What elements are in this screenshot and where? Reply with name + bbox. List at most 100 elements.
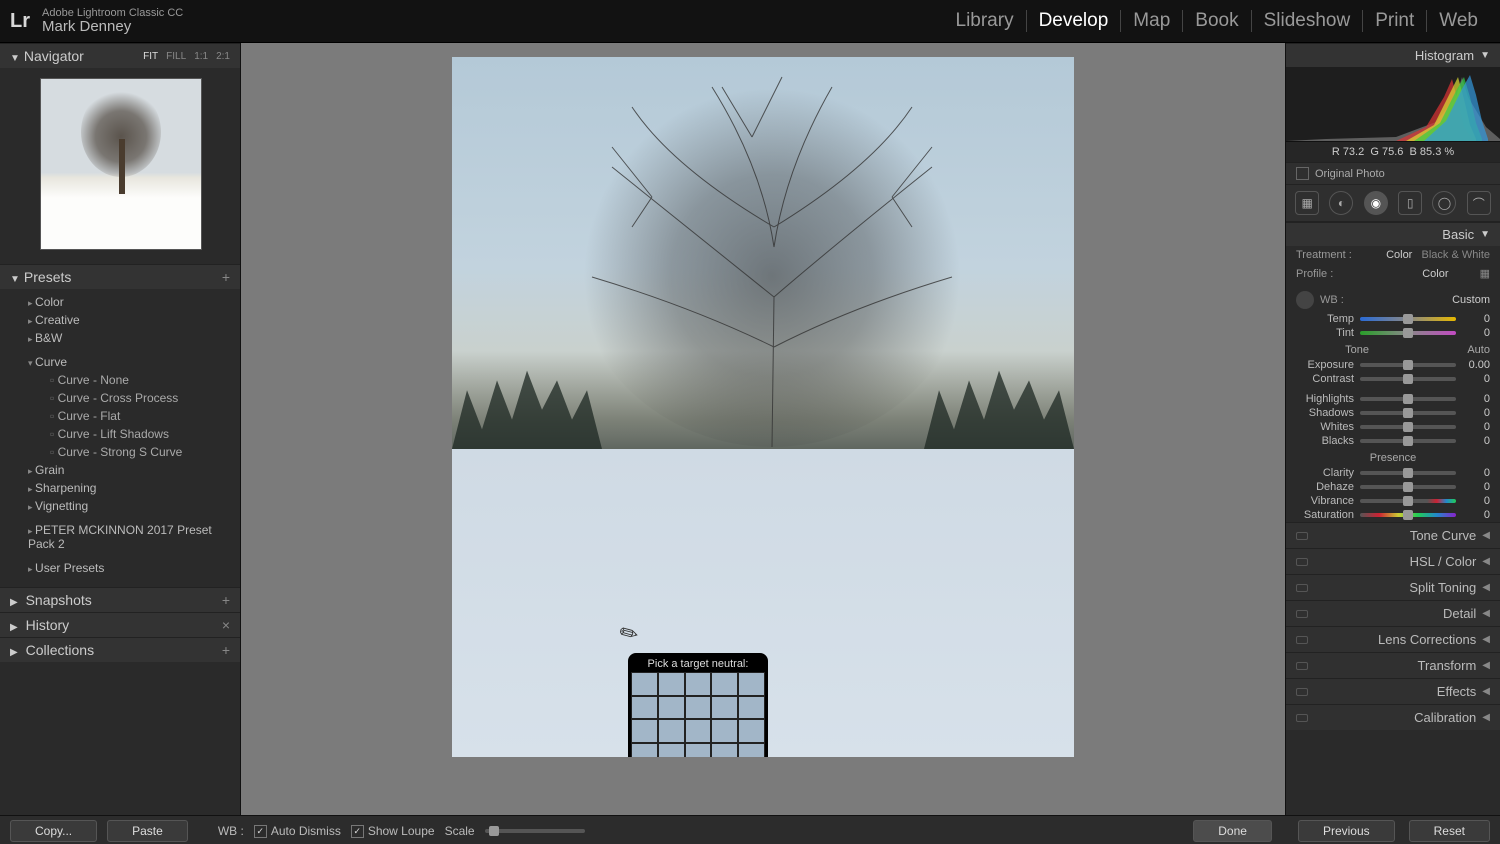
zoom-fill[interactable]: FILL [166, 51, 186, 62]
dehaze-slider[interactable]: Dehaze 0 [1286, 480, 1500, 494]
zoom-fit[interactable]: FIT [143, 51, 158, 62]
previous-button[interactable]: Previous [1298, 820, 1395, 842]
crop-tool-icon[interactable]: ▦ [1295, 191, 1319, 215]
add-preset-icon[interactable]: + [222, 269, 230, 285]
scale-slider[interactable] [485, 829, 585, 833]
catalog-user: Mark Denney [42, 19, 183, 36]
exposure-value[interactable]: 0.00 [1456, 359, 1490, 371]
blacks-value[interactable]: 0 [1456, 435, 1490, 447]
collections-header[interactable]: ▶ Collections + [0, 637, 240, 662]
temp-value[interactable]: 0 [1456, 313, 1490, 325]
wb-row[interactable]: WB : Custom [1286, 283, 1500, 312]
wb-label: WB : [1320, 294, 1344, 306]
module-slideshow[interactable]: Slideshow [1252, 10, 1364, 32]
treatment-color[interactable]: Color [1386, 249, 1412, 261]
panel-transform[interactable]: Transform◀ [1286, 652, 1500, 678]
presets-list: Color Creative B&W Curve Curve - None Cu… [0, 289, 240, 587]
exposure-slider[interactable]: Exposure 0.00 [1286, 358, 1500, 372]
panel-detail[interactable]: Detail◀ [1286, 600, 1500, 626]
profile-row[interactable]: Profile : Color ▦ [1286, 264, 1500, 283]
treatment-bw[interactable]: Black & White [1422, 249, 1490, 261]
clear-history-icon[interactable]: × [222, 617, 230, 633]
module-book[interactable]: Book [1183, 10, 1251, 32]
wb-value[interactable]: Custom [1452, 294, 1490, 306]
radial-tool-icon[interactable]: ◯ [1432, 191, 1456, 215]
vibrance-slider[interactable]: Vibrance 0 [1286, 494, 1500, 508]
module-map[interactable]: Map [1121, 10, 1183, 32]
panel-tone-curve[interactable]: Tone Curve◀ [1286, 522, 1500, 548]
center-canvas[interactable]: ✎ Pick a target neutral: R 73.3 G 75.7 B… [241, 43, 1285, 815]
presets-header[interactable]: ▼Presets + [0, 264, 240, 289]
highlights-slider[interactable]: Highlights 0 [1286, 392, 1500, 406]
auto-tone-button[interactable]: Auto [1467, 344, 1490, 356]
left-panel: ▼Navigator FIT FILL 1:1 2:1 ▼Presets + C… [0, 43, 241, 815]
panel-hsl[interactable]: HSL / Color◀ [1286, 548, 1500, 574]
profile-browser-icon[interactable]: ▦ [1480, 268, 1490, 280]
whites-slider[interactable]: Whites 0 [1286, 420, 1500, 434]
blacks-slider[interactable]: Blacks 0 [1286, 434, 1500, 448]
wb-eyedropper-icon[interactable] [1296, 291, 1314, 309]
basic-header[interactable]: Basic ▼ [1286, 222, 1500, 246]
preset-group-pm[interactable]: PETER MCKINNON 2017 Preset Pack 2 [0, 521, 240, 553]
module-develop[interactable]: Develop [1027, 10, 1122, 32]
saturation-slider[interactable]: Saturation 0 [1286, 508, 1500, 522]
contrast-value[interactable]: 0 [1456, 373, 1490, 385]
preset-group-grain[interactable]: Grain [0, 461, 240, 479]
highlights-value[interactable]: 0 [1456, 393, 1490, 405]
paste-button[interactable]: Paste [107, 820, 188, 842]
add-collection-icon[interactable]: + [222, 642, 230, 658]
brush-tool-icon[interactable]: ⌒ [1467, 191, 1491, 215]
preset-group-user[interactable]: User Presets [0, 559, 240, 577]
redeye-tool-icon[interactable]: ◉ [1364, 191, 1388, 215]
module-web[interactable]: Web [1427, 10, 1490, 32]
auto-dismiss-checkbox[interactable]: ✓Auto Dismiss [254, 824, 341, 838]
history-header[interactable]: ▶ History × [0, 612, 240, 637]
preset-curve-lift[interactable]: Curve - Lift Shadows [0, 425, 240, 443]
temp-slider[interactable]: Temp 0 [1286, 312, 1500, 326]
clarity-slider[interactable]: Clarity 0 [1286, 466, 1500, 480]
panel-calibration[interactable]: Calibration◀ [1286, 704, 1500, 730]
navigator-header[interactable]: ▼Navigator FIT FILL 1:1 2:1 [0, 43, 240, 68]
dehaze-value[interactable]: 0 [1456, 481, 1490, 493]
preset-group-vignette[interactable]: Vignetting [0, 497, 240, 515]
preset-curve-none[interactable]: Curve - None [0, 371, 240, 389]
panel-split-toning[interactable]: Split Toning◀ [1286, 574, 1500, 600]
panel-lens-corrections[interactable]: Lens Corrections◀ [1286, 626, 1500, 652]
vibrance-value[interactable]: 0 [1456, 495, 1490, 507]
tint-slider[interactable]: Tint 0 [1286, 326, 1500, 340]
shadows-slider[interactable]: Shadows 0 [1286, 406, 1500, 420]
preset-curve-cross[interactable]: Curve - Cross Process [0, 389, 240, 407]
histogram-graph[interactable] [1286, 67, 1500, 142]
module-print[interactable]: Print [1363, 10, 1427, 32]
zoom-2-1[interactable]: 2:1 [216, 51, 230, 62]
preset-group-color[interactable]: Color [0, 293, 240, 311]
copy-button[interactable]: Copy... [10, 820, 97, 842]
contrast-slider[interactable]: Contrast 0 [1286, 372, 1500, 386]
done-button[interactable]: Done [1193, 820, 1272, 842]
preset-curve-strong[interactable]: Curve - Strong S Curve [0, 443, 240, 461]
grad-tool-icon[interactable]: ▯ [1398, 191, 1422, 215]
preset-group-sharpen[interactable]: Sharpening [0, 479, 240, 497]
module-library[interactable]: Library [944, 10, 1027, 32]
tint-value[interactable]: 0 [1456, 327, 1490, 339]
clarity-value[interactable]: 0 [1456, 467, 1490, 479]
navigator-thumbnail[interactable] [40, 78, 202, 250]
add-snapshot-icon[interactable]: + [222, 592, 230, 608]
saturation-value[interactable]: 0 [1456, 509, 1490, 521]
snapshots-header[interactable]: ▶ Snapshots + [0, 587, 240, 612]
whites-value[interactable]: 0 [1456, 421, 1490, 433]
histogram-header[interactable]: Histogram ▼ [1286, 43, 1500, 67]
show-loupe-checkbox[interactable]: ✓Show Loupe [351, 824, 435, 838]
preset-curve-flat[interactable]: Curve - Flat [0, 407, 240, 425]
preset-group-bw[interactable]: B&W [0, 329, 240, 347]
preset-group-creative[interactable]: Creative [0, 311, 240, 329]
photo-view[interactable]: ✎ Pick a target neutral: R 73.3 G 75.7 B… [452, 57, 1074, 757]
checkbox-icon[interactable] [1296, 167, 1309, 180]
zoom-1-1[interactable]: 1:1 [194, 51, 208, 62]
spot-tool-icon[interactable]: ◐ [1329, 191, 1353, 215]
reset-button[interactable]: Reset [1409, 820, 1490, 842]
panel-effects[interactable]: Effects◀ [1286, 678, 1500, 704]
preset-group-curve[interactable]: Curve [0, 353, 240, 371]
shadows-value[interactable]: 0 [1456, 407, 1490, 419]
original-photo-toggle[interactable]: Original Photo [1286, 162, 1500, 184]
